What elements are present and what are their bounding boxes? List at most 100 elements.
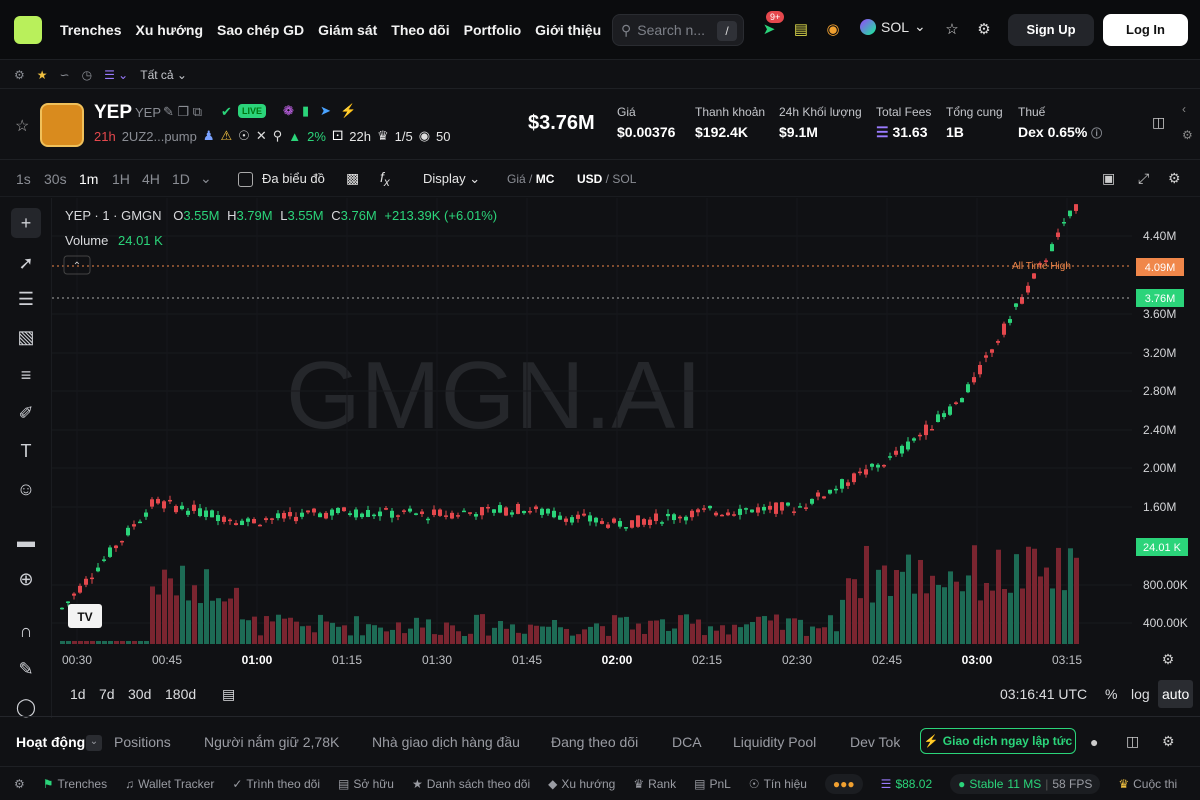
- footer-trenches[interactable]: ⚑ Trenches: [43, 777, 107, 791]
- tab-dev-tokens[interactable]: Dev Tok: [850, 734, 900, 750]
- layout-icon[interactable]: ◫: [1126, 733, 1139, 750]
- indicator-icon[interactable]: fx: [380, 169, 390, 189]
- interval-1h[interactable]: 1H: [112, 171, 130, 187]
- signup-button[interactable]: Sign Up: [1008, 14, 1094, 46]
- gear-icon[interactable]: ⚙: [1162, 733, 1175, 750]
- fullscreen-icon[interactable]: ⤢: [1138, 170, 1149, 187]
- chevron-down-icon[interactable]: ⌄: [200, 170, 212, 187]
- nav-copy-trade[interactable]: Sao chép GD: [217, 22, 304, 38]
- interval-1s[interactable]: 1s: [16, 171, 31, 187]
- measure-icon[interactable]: ≡: [11, 360, 41, 390]
- gear-icon[interactable]: ⚙: [14, 777, 25, 791]
- panel-toggle-icon[interactable]: ◫: [1152, 114, 1165, 131]
- range-7d[interactable]: 7d: [99, 686, 115, 702]
- tab-dca[interactable]: DCA: [672, 734, 702, 750]
- gear-icon[interactable]: ⚙: [973, 18, 995, 40]
- zoom-in-icon[interactable]: ⊕: [11, 564, 41, 594]
- gear-icon[interactable]: ⚙: [1168, 170, 1181, 187]
- collapse-icon[interactable]: ‹: [1182, 102, 1186, 116]
- filter-all[interactable]: Tất cả ⌄: [140, 68, 187, 82]
- lock-drawing-icon[interactable]: ✎: [11, 654, 41, 684]
- price-mc-toggle[interactable]: Giá / MC: [507, 172, 554, 186]
- gear-icon[interactable]: ⚙: [1182, 128, 1193, 142]
- tab-top-traders[interactable]: Nhà giao dịch hàng đầu: [372, 734, 520, 750]
- trendline-icon[interactable]: ➚: [11, 248, 41, 278]
- candle-body: [672, 514, 676, 521]
- interval-1d[interactable]: 1D: [172, 171, 190, 187]
- gear-icon[interactable]: ⚙: [1162, 651, 1175, 667]
- edit-icon[interactable]: ✎ ❐ ⧉: [163, 104, 202, 120]
- footer-contest[interactable]: ♛ Cuộc thi: [1118, 777, 1177, 791]
- star-icon[interactable]: ★: [37, 68, 48, 82]
- nav-trenches[interactable]: Trenches: [60, 22, 121, 38]
- info-icon[interactable]: ⓘ: [1091, 128, 1102, 140]
- gear-icon[interactable]: ⚙: [14, 68, 25, 82]
- brush-icon[interactable]: ✐: [11, 398, 41, 428]
- tab-positions[interactable]: Positions: [114, 734, 171, 750]
- nav-referral[interactable]: Giới thiệu: [535, 22, 601, 38]
- interval-1m[interactable]: 1m: [79, 171, 98, 187]
- interval-30s[interactable]: 30s: [44, 171, 67, 187]
- star-icon[interactable]: ☆: [15, 116, 29, 136]
- pattern-icon[interactable]: ▧: [11, 322, 41, 352]
- login-button[interactable]: Log In: [1103, 14, 1188, 46]
- nav-follow[interactable]: Theo dõi: [391, 22, 449, 38]
- bot-icon[interactable]: ◉: [822, 18, 844, 40]
- display-dropdown[interactable]: Display ⌄: [423, 171, 480, 187]
- bubble-icon[interactable]: ●: [1090, 734, 1098, 750]
- log-toggle[interactable]: log: [1131, 686, 1150, 702]
- candle-type-icon[interactable]: ▩: [346, 170, 359, 187]
- footer-wallet-tracker[interactable]: ♫ Wallet Tracker: [125, 777, 214, 791]
- gmgn-logo[interactable]: [14, 16, 42, 44]
- usd-sol-toggle[interactable]: USD / SOL: [577, 172, 636, 186]
- footer-tracker[interactable]: ✓ Trình theo dõi: [232, 777, 320, 791]
- chart-icon[interactable]: ∽: [60, 68, 70, 82]
- auto-toggle[interactable]: auto: [1158, 680, 1194, 708]
- fib-icon[interactable]: ☰: [11, 284, 41, 314]
- emoji-icon[interactable]: ☺: [11, 474, 41, 504]
- website-icon[interactable]: ☉: [238, 128, 250, 144]
- x-icon[interactable]: ✕: [256, 128, 267, 144]
- price-chart[interactable]: GMGN.AI 4.40M 3.60M 3.20M 2.80M 2.40M 2.00M 1.…: [52, 198, 1200, 678]
- text-icon[interactable]: T: [11, 436, 41, 466]
- token-address[interactable]: 2UZ2...pump: [122, 129, 197, 144]
- nav-monitor[interactable]: Giám sát: [318, 22, 377, 38]
- range-180d[interactable]: 180d: [165, 686, 196, 702]
- y-tick-label: 400.00K: [1143, 616, 1188, 630]
- telegram-icon[interactable]: ➤: [320, 103, 331, 119]
- footer-rank[interactable]: ♛ Rank: [633, 777, 676, 791]
- chevron-down-icon[interactable]: ⌄: [86, 735, 102, 751]
- footer-signals[interactable]: ☉ Tín hiệu: [749, 777, 807, 791]
- footer-app-pill[interactable]: ●●●: [824, 773, 863, 794]
- percent-toggle[interactable]: %: [1105, 686, 1117, 702]
- multi-chart-checkbox[interactable]: [238, 172, 253, 187]
- range-30d[interactable]: 30d: [128, 686, 151, 702]
- search-icon[interactable]: ⚲: [273, 128, 283, 144]
- wallet-icon[interactable]: ▤: [790, 18, 812, 40]
- nav-portfolio[interactable]: Portfolio: [464, 22, 522, 38]
- candle-body: [258, 524, 262, 527]
- footer-holdings[interactable]: ▤ Sở hữu: [338, 777, 394, 791]
- interval-4h[interactable]: 4H: [142, 171, 160, 187]
- camera-icon[interactable]: ▣: [1102, 170, 1115, 187]
- magnet-icon[interactable]: ∩: [11, 616, 41, 646]
- star-icon[interactable]: ☆: [941, 18, 963, 40]
- tab-activity[interactable]: Hoạt động: [16, 734, 85, 750]
- search-input[interactable]: ⚲ Search n... /: [612, 14, 744, 46]
- chain-selector[interactable]: SOL ⌄: [860, 18, 926, 35]
- footer-watchlist[interactable]: ★ Danh sách theo dõi: [412, 777, 530, 791]
- footer-pnl[interactable]: ▤ PnL: [694, 777, 731, 791]
- instant-trade-button[interactable]: ⚡ Giao dịch ngay lập tức: [920, 728, 1076, 754]
- nav-trending[interactable]: Xu hướng: [135, 22, 203, 38]
- crosshair-icon[interactable]: +: [11, 208, 41, 238]
- footer-trending[interactable]: ◆ Xu hướng: [548, 777, 615, 791]
- tab-liquidity[interactable]: Liquidity Pool: [733, 734, 816, 750]
- solana-filter-icon[interactable]: ☰ ⌄: [104, 68, 128, 82]
- history-icon[interactable]: ◷: [82, 68, 92, 82]
- range-1d[interactable]: 1d: [70, 686, 86, 702]
- tab-holders[interactable]: Người nắm giữ 2,78K: [204, 734, 339, 750]
- date-range-icon[interactable]: ▤: [222, 686, 235, 703]
- ruler-icon[interactable]: ▬: [11, 526, 41, 556]
- volume-bar: [516, 632, 521, 644]
- tab-following[interactable]: Đang theo dõi: [551, 734, 638, 750]
